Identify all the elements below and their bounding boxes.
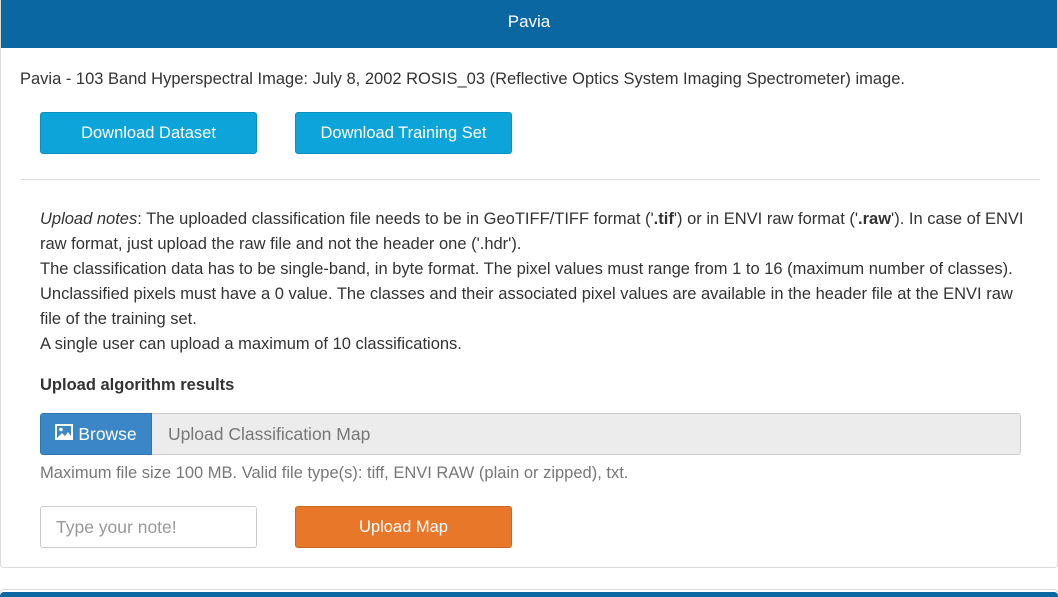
- upload-notes-label: Upload notes: [40, 210, 138, 228]
- file-upload-group: Browse Upload Classification Map: [40, 413, 1021, 455]
- upload-notes-paragraph-1: Upload notes: The uploaded classificatio…: [40, 207, 1025, 257]
- file-size-hint: Maximum file size 100 MB. Valid file typ…: [40, 464, 629, 482]
- browse-label: Browse: [78, 423, 137, 444]
- next-panel-header: [0, 592, 1058, 597]
- notes-text: : The uploaded classification file needs…: [137, 210, 654, 228]
- notes-text: ') or in ENVI raw format (': [673, 210, 859, 228]
- upload-notes-paragraph-3: A single user can upload a maximum of 10…: [40, 335, 462, 353]
- panel-title: Pavia: [1, 0, 1057, 48]
- upload-map-button[interactable]: Upload Map: [295, 506, 512, 548]
- download-training-set-button[interactable]: Download Training Set: [295, 112, 512, 154]
- dataset-description: Pavia - 103 Band Hyperspectral Image: Ju…: [20, 70, 905, 88]
- download-dataset-button[interactable]: Download Dataset: [40, 112, 257, 154]
- image-icon: [55, 423, 74, 445]
- dataset-panel: Pavia Pavia - 103 Band Hyperspectral Ima…: [0, 0, 1058, 568]
- upload-notes: Upload notes: The uploaded classificatio…: [40, 207, 1025, 357]
- raw-extension: .raw: [858, 210, 892, 228]
- browse-button[interactable]: Browse: [40, 413, 152, 455]
- upload-notes-paragraph-2: The classification data has to be single…: [40, 260, 1013, 328]
- divider: [21, 179, 1040, 180]
- classification-map-file-input[interactable]: Upload Classification Map: [152, 413, 1021, 455]
- note-input[interactable]: Type your note!: [40, 506, 257, 548]
- upload-section-title: Upload algorithm results: [40, 376, 235, 394]
- tif-extension: .tif: [653, 210, 674, 228]
